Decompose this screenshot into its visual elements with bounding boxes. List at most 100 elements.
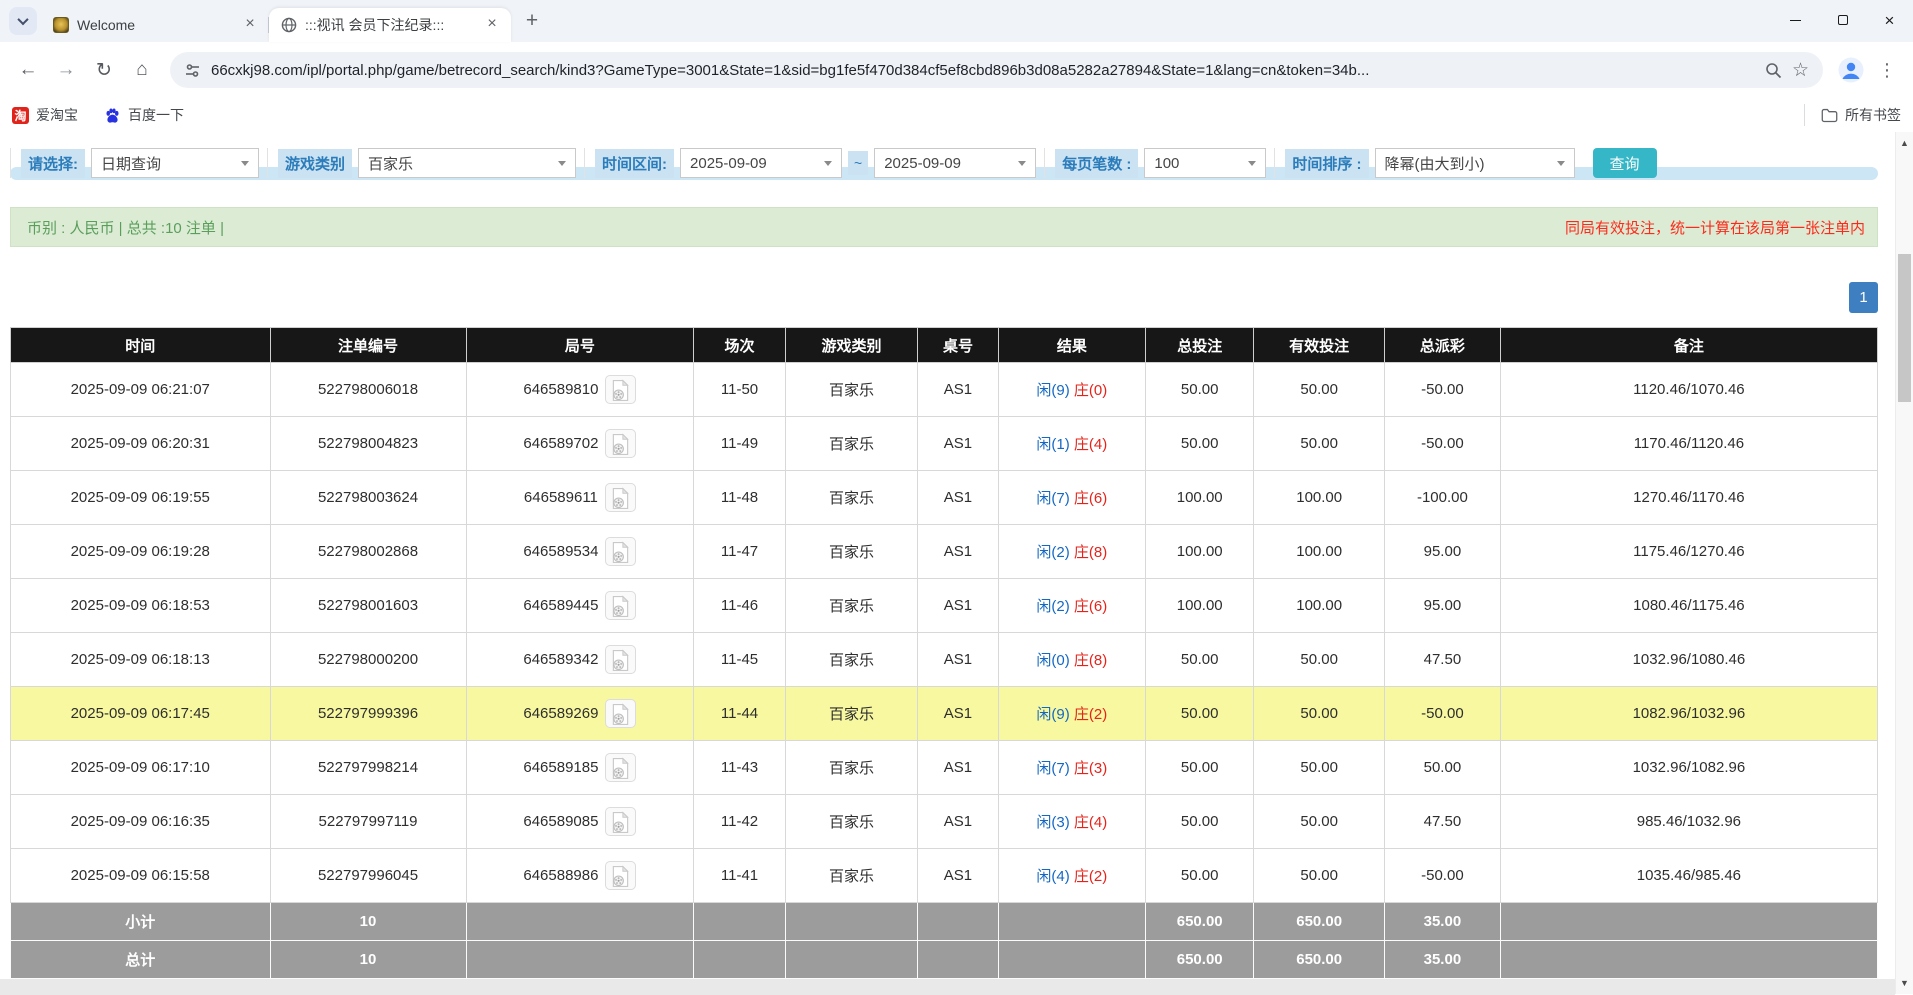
cell-payout: -50.00 [1385, 363, 1501, 417]
window-maximize-button[interactable] [1819, 0, 1866, 40]
scroll-up-icon[interactable]: ▲ [1896, 134, 1913, 152]
cell-remark: 1032.96/1080.46 [1500, 633, 1877, 687]
total-bet-link[interactable]: 50.00 [1146, 795, 1254, 849]
sort-label: 时间排序 : [1285, 149, 1368, 178]
page-number-button[interactable]: 1 [1849, 282, 1878, 313]
baidu-paw-icon [104, 107, 121, 124]
cell-result: 闲(0) 庄(8) [998, 633, 1145, 687]
video-replay-icon[interactable] [605, 861, 636, 890]
browser-toolbar: ← → ↻ ⌂ 66cxkj98.com/ipl/portal.php/game… [0, 42, 1913, 98]
date-from-select[interactable]: 2025-09-09 [680, 148, 842, 178]
window-minimize-button[interactable] [1772, 0, 1819, 40]
total-bet-link[interactable]: 100.00 [1146, 579, 1254, 633]
video-replay-icon[interactable] [605, 429, 636, 458]
total-bet-link[interactable]: 50.00 [1146, 687, 1254, 741]
choose-select[interactable]: 日期查询 [91, 148, 259, 178]
cell-round_id: 646589702 [466, 417, 694, 471]
tab-close-icon[interactable]: × [483, 16, 501, 34]
vertical-scrollbar[interactable]: ▲ ▼ [1895, 132, 1913, 994]
video-replay-icon[interactable] [605, 537, 636, 566]
round-id-text: 646588986 [523, 867, 598, 884]
total-bet-link[interactable]: 50.00 [1146, 741, 1254, 795]
summary-cell-bet_id: 10 [270, 903, 466, 941]
cell-table_no: AS1 [918, 849, 998, 903]
bookmark-star-icon[interactable]: ☆ [1792, 59, 1809, 82]
result-banker: 庄(6) [1074, 598, 1107, 615]
cell-session: 11-44 [694, 687, 785, 741]
taobao-icon: 淘 [12, 107, 29, 124]
cell-valid_bet: 50.00 [1254, 687, 1385, 741]
filter-group-per-page: 每页笔数 : 100 [1044, 148, 1274, 178]
video-replay-icon[interactable] [605, 645, 636, 674]
cell-valid_bet: 50.00 [1254, 633, 1385, 687]
new-tab-button[interactable]: + [517, 6, 547, 36]
tab-search-button[interactable] [9, 7, 37, 35]
profile-avatar[interactable] [1833, 52, 1869, 88]
tab-close-icon[interactable]: × [241, 16, 259, 34]
video-replay-icon[interactable] [605, 753, 636, 782]
home-button[interactable]: ⌂ [124, 52, 160, 88]
sort-select[interactable]: 降幂(由大到小) [1375, 148, 1575, 178]
search-button[interactable]: 查询 [1593, 148, 1657, 178]
cell-remark: 1032.96/1082.96 [1500, 741, 1877, 795]
cell-round_id: 646588986 [466, 849, 694, 903]
all-bookmarks-button[interactable]: 所有书签 [1804, 104, 1901, 126]
cell-session: 11-45 [694, 633, 785, 687]
tab-welcome[interactable]: Welcome × [41, 8, 269, 42]
video-replay-icon[interactable] [605, 807, 636, 836]
summary-info-bar: 币别 : 人民币 | 总共 :10 注单 | 同局有效投注，统一计算在该局第一张… [10, 207, 1878, 247]
cell-session: 11-43 [694, 741, 785, 795]
summary-cell-valid_bet: 650.00 [1254, 903, 1385, 941]
page-zoom-icon[interactable] [1765, 62, 1782, 79]
caret-down-icon [558, 161, 566, 166]
table-header-row: 时间注单编号局号场次游戏类别桌号结果总投注有效投注总派彩备注 [11, 328, 1878, 363]
scroll-down-icon[interactable]: ▼ [1896, 974, 1913, 992]
cell-remark: 1270.46/1170.46 [1500, 471, 1877, 525]
filter-group-sort: 时间排序 : 降幂(由大到小) [1274, 148, 1582, 178]
total-bet-link[interactable]: 100.00 [1146, 525, 1254, 579]
video-replay-icon[interactable] [605, 699, 636, 728]
cell-valid_bet: 50.00 [1254, 417, 1385, 471]
cell-result: 闲(3) 庄(4) [998, 795, 1145, 849]
cell-round_id: 646589085 [466, 795, 694, 849]
site-info-icon[interactable] [184, 62, 201, 79]
tab-bet-records[interactable]: :::视讯 会员下注纪录::: × [269, 8, 511, 42]
total-bet-link[interactable]: 50.00 [1146, 417, 1254, 471]
window-close-button[interactable]: × [1866, 0, 1913, 40]
video-replay-icon[interactable] [605, 483, 636, 512]
total-bet-link[interactable]: 50.00 [1146, 363, 1254, 417]
cell-valid_bet: 50.00 [1254, 849, 1385, 903]
url-text[interactable]: 66cxkj98.com/ipl/portal.php/game/betreco… [211, 62, 1755, 79]
caret-down-icon [1248, 161, 1256, 166]
column-header-payout: 总派彩 [1385, 328, 1501, 363]
browser-menu-icon[interactable]: ⋮ [1871, 52, 1903, 88]
caret-down-icon [1018, 161, 1026, 166]
back-button[interactable]: ← [10, 52, 46, 88]
per-page-select[interactable]: 100 [1144, 148, 1266, 178]
column-header-time: 时间 [11, 328, 271, 363]
cell-result: 闲(7) 庄(3) [998, 741, 1145, 795]
cell-session: 11-41 [694, 849, 785, 903]
records-table: 时间注单编号局号场次游戏类别桌号结果总投注有效投注总派彩备注 2025-09-09… [10, 327, 1878, 979]
cell-payout: 50.00 [1385, 741, 1501, 795]
video-replay-icon[interactable] [605, 591, 636, 620]
total-bet-link[interactable]: 50.00 [1146, 849, 1254, 903]
cell-payout: 47.50 [1385, 633, 1501, 687]
address-bar[interactable]: 66cxkj98.com/ipl/portal.php/game/betreco… [170, 52, 1823, 88]
result-player: 闲(7) [1036, 490, 1069, 507]
date-to-select[interactable]: 2025-09-09 [874, 148, 1036, 178]
bookmark-label: 百度一下 [128, 105, 184, 125]
forward-button[interactable]: → [48, 52, 84, 88]
bookmark-baidu[interactable]: 百度一下 [104, 105, 184, 125]
summary-cell-payout: 35.00 [1385, 903, 1501, 941]
table-row: 2025-09-09 06:16:35522797997119646589085… [11, 795, 1878, 849]
reload-button[interactable]: ↻ [86, 52, 122, 88]
video-replay-icon[interactable] [605, 375, 636, 404]
table-row: 2025-09-09 06:19:28522798002868646589534… [11, 525, 1878, 579]
cell-time: 2025-09-09 06:17:45 [11, 687, 271, 741]
scrollbar-thumb[interactable] [1898, 254, 1911, 402]
game-type-select[interactable]: 百家乐 [358, 148, 576, 178]
bookmark-aitaobao[interactable]: 淘 爱淘宝 [12, 105, 78, 125]
total-bet-link[interactable]: 50.00 [1146, 633, 1254, 687]
total-bet-link[interactable]: 100.00 [1146, 471, 1254, 525]
